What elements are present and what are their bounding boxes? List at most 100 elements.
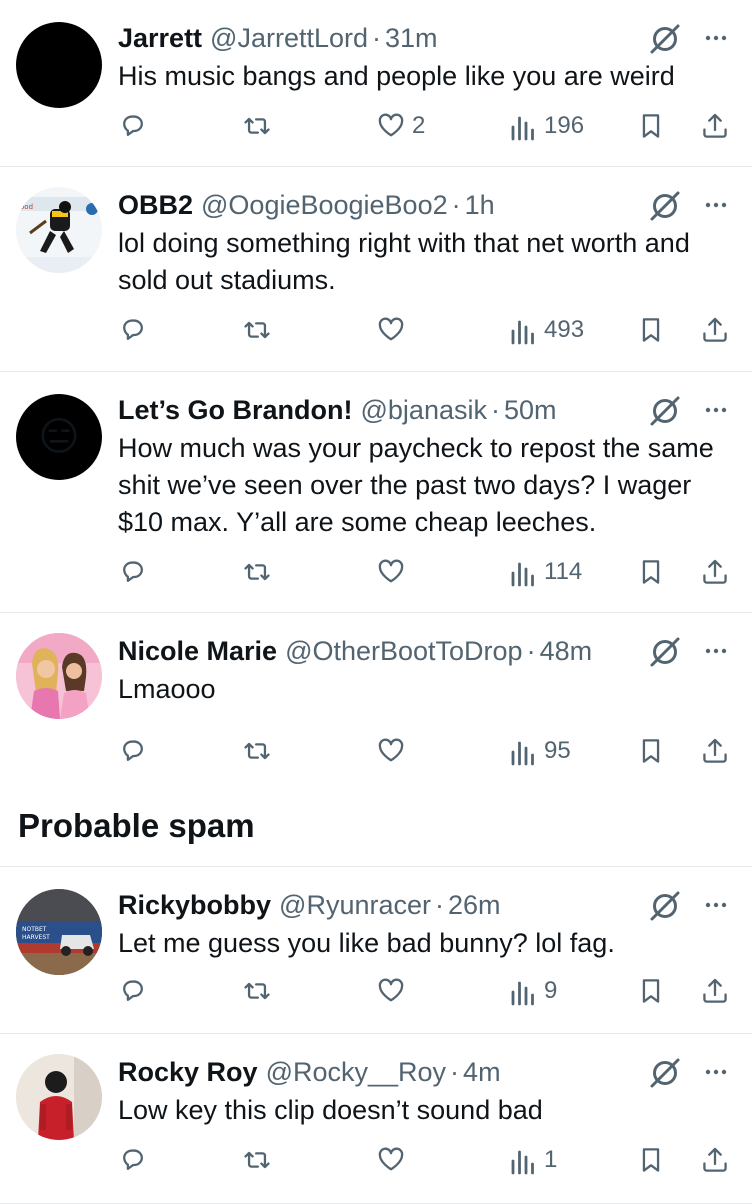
bookmark-button[interactable] [636, 552, 666, 592]
share-button[interactable] [700, 971, 730, 1011]
timestamp[interactable]: 31m [385, 23, 438, 54]
more-icon[interactable] [702, 891, 730, 919]
retweet-icon [244, 117, 270, 135]
share-icon [703, 978, 727, 1003]
tweet[interactable]: Rocky Roy @Rocky__Roy · 4m Low key this … [0, 1034, 752, 1204]
like-button[interactable] [376, 1140, 412, 1180]
user-handle[interactable]: @OogieBoogieBoo2 [201, 190, 448, 221]
reply-button[interactable] [118, 971, 154, 1011]
grok-icon[interactable] [648, 889, 682, 923]
display-name[interactable]: Rocky Roy [118, 1057, 258, 1088]
reply-button[interactable] [118, 552, 154, 592]
svg-text:NOTBET: NOTBET [22, 926, 47, 933]
avatar[interactable] [16, 1054, 102, 1140]
grok-icon[interactable] [648, 1056, 682, 1090]
bookmark-button[interactable] [636, 106, 666, 146]
grok-icon[interactable] [648, 635, 682, 669]
tweet[interactable]: ood OBB2 @OogieBoogieBoo2 · 1h lol doing [0, 167, 752, 372]
views-button[interactable]: 493 [508, 310, 584, 350]
timestamp[interactable]: 48m [540, 636, 593, 667]
retweet-icon [244, 321, 270, 339]
user-handle[interactable]: @Rocky__Roy [266, 1057, 446, 1088]
retweet-icon [244, 982, 270, 1000]
display-name[interactable]: Nicole Marie [118, 636, 277, 667]
more-icon[interactable] [702, 637, 730, 665]
heart-icon [378, 978, 404, 1002]
like-button[interactable] [376, 310, 412, 350]
tweet-text: lol doing something right with that net … [118, 228, 690, 295]
grok-icon[interactable] [648, 189, 682, 223]
share-button[interactable] [700, 552, 730, 592]
retweet-button[interactable] [242, 731, 278, 771]
reply-button[interactable] [118, 310, 154, 350]
reply-icon [123, 561, 143, 582]
timestamp[interactable]: 4m [463, 1057, 501, 1088]
display-name[interactable]: Rickybobby [118, 890, 271, 921]
tweet[interactable]: Nicole Marie @OtherBootToDrop · 48m Lmao… [0, 613, 752, 791]
avatar[interactable] [16, 22, 102, 108]
separator: · [435, 889, 445, 920]
bookmark-icon [642, 1148, 660, 1172]
reply-button[interactable] [118, 731, 154, 771]
user-handle[interactable]: @JarrettLord [210, 23, 368, 54]
avatar[interactable]: ood [16, 187, 102, 273]
views-button[interactable]: 9 [508, 971, 557, 1011]
timestamp[interactable]: 26m [448, 890, 501, 921]
more-icon[interactable] [702, 396, 730, 424]
more-icon[interactable] [702, 191, 730, 219]
tweet-text: Low key this clip doesn’t sound bad [118, 1095, 543, 1125]
like-button[interactable]: 2 [376, 106, 425, 146]
views-button[interactable]: 95 [508, 731, 571, 771]
user-handle[interactable]: @bjanasik [361, 395, 487, 426]
grok-icon[interactable] [648, 22, 682, 56]
timestamp[interactable]: 1h [465, 190, 495, 221]
tweet-actions: 1 [118, 1140, 734, 1180]
retweet-button[interactable] [242, 310, 278, 350]
tweet[interactable]: NOTBET HARVEST Rickybobby @Ryunracer · 2… [0, 867, 752, 1034]
timestamp[interactable]: 50m [504, 395, 557, 426]
more-icon[interactable] [702, 1058, 730, 1086]
avatar-emoji: 😑 [38, 415, 80, 459]
reply-button[interactable] [118, 1140, 154, 1180]
bookmark-button[interactable] [636, 971, 666, 1011]
user-handle[interactable]: @Ryunracer [279, 890, 431, 921]
retweet-icon [244, 1151, 270, 1169]
like-button[interactable] [376, 731, 412, 771]
user-handle[interactable]: @OtherBootToDrop [285, 636, 523, 667]
retweet-button[interactable] [242, 1140, 278, 1180]
display-name[interactable]: Let’s Go Brandon! [118, 395, 353, 426]
avatar[interactable] [16, 633, 102, 719]
grok-icon[interactable] [648, 394, 682, 428]
bookmark-icon [642, 318, 660, 342]
retweet-button[interactable] [242, 552, 278, 592]
more-icon[interactable] [702, 24, 730, 52]
retweet-button[interactable] [242, 971, 278, 1011]
tweet[interactable]: 😑 Let’s Go Brandon! @bjanasik · 50m How … [0, 372, 752, 613]
views-button[interactable]: 1 [508, 1140, 557, 1180]
share-button[interactable] [700, 731, 730, 771]
like-button[interactable] [376, 552, 412, 592]
bookmark-button[interactable] [636, 310, 666, 350]
reply-icon [123, 740, 143, 761]
avatar[interactable]: 😑 [16, 394, 102, 480]
share-button[interactable] [700, 1140, 730, 1180]
reply-feed: Jarrett @JarrettLord · 31m His music ban… [0, 0, 752, 1204]
tweet[interactable]: Jarrett @JarrettLord · 31m His music ban… [0, 0, 752, 167]
display-name[interactable]: OBB2 [118, 190, 193, 221]
avatar[interactable]: NOTBET HARVEST [16, 889, 102, 975]
bookmark-icon [642, 560, 660, 584]
display-name[interactable]: Jarrett [118, 23, 202, 54]
share-button[interactable] [700, 106, 730, 146]
share-button[interactable] [700, 310, 730, 350]
views-button[interactable]: 196 [508, 106, 584, 146]
bookmark-icon [642, 739, 660, 763]
views-button[interactable]: 114 [508, 552, 582, 592]
reply-button[interactable] [118, 106, 154, 146]
like-button[interactable] [376, 971, 412, 1011]
bookmark-button[interactable] [636, 731, 666, 771]
bookmark-button[interactable] [636, 1140, 666, 1180]
views-icon [511, 741, 534, 766]
view-count: 1 [544, 1146, 558, 1173]
svg-text:ood: ood [20, 203, 33, 211]
retweet-button[interactable] [242, 106, 278, 146]
